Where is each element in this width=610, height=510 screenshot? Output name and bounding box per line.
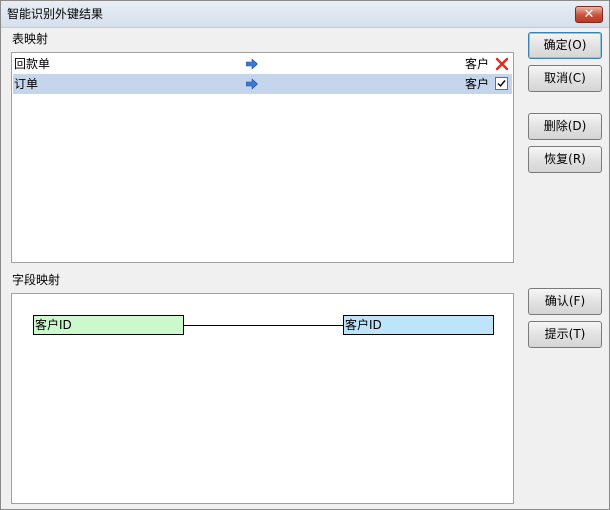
arrow-right-icon xyxy=(246,78,258,90)
table-mapping-label: 表映射 xyxy=(12,32,49,46)
field-mapping-label: 字段映射 xyxy=(12,273,61,287)
table-row[interactable]: 订单 客户 xyxy=(13,74,512,94)
reject-x-icon[interactable] xyxy=(495,57,509,71)
checkmark-icon xyxy=(497,80,506,88)
source-table: 回款单 xyxy=(14,57,51,71)
ok-button[interactable]: 确定(O) xyxy=(528,32,602,59)
confirm-button[interactable]: 确认(F) xyxy=(528,288,602,315)
smart-fk-result-dialog: 智能识别外键结果 ✕ 表映射 回款单 客户 订单 客户 字段映射 客户ID 客户… xyxy=(0,0,610,510)
target-field-box[interactable]: 客户ID xyxy=(343,315,494,335)
source-field-box[interactable]: 客户ID xyxy=(33,315,184,335)
field-link-line xyxy=(184,325,343,326)
field-mapping-canvas[interactable]: 客户ID 客户ID xyxy=(11,293,514,504)
table-mapping-list[interactable]: 回款单 客户 订单 客户 xyxy=(11,52,514,263)
accept-checkbox[interactable] xyxy=(495,77,508,90)
hint-button[interactable]: 提示(T) xyxy=(528,321,602,348)
close-icon: ✕ xyxy=(583,7,595,22)
delete-button[interactable]: 删除(D) xyxy=(528,113,602,140)
target-table: 客户 xyxy=(465,77,490,91)
window-title: 智能识别外键结果 xyxy=(7,7,104,21)
arrow-right-icon xyxy=(246,58,258,70)
restore-button[interactable]: 恢复(R) xyxy=(528,146,602,173)
table-row[interactable]: 回款单 客户 xyxy=(13,54,512,74)
cancel-button[interactable]: 取消(C) xyxy=(528,65,602,92)
title-bar[interactable]: 智能识别外键结果 ✕ xyxy=(1,1,609,28)
target-table: 客户 xyxy=(465,57,490,71)
source-table: 订单 xyxy=(14,77,39,91)
close-button[interactable]: ✕ xyxy=(575,6,603,23)
